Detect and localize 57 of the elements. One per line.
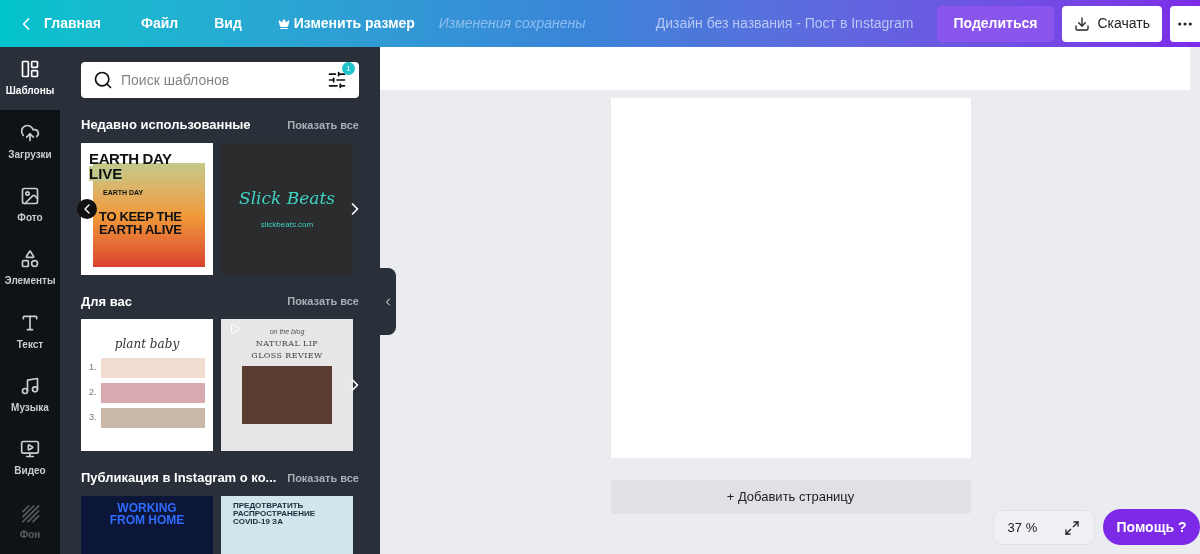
template-thumbnail[interactable]: plant baby 1. 2. 3. bbox=[81, 319, 213, 451]
filter-count-badge: 1 bbox=[342, 62, 355, 75]
layout-icon bbox=[20, 59, 40, 80]
template-text: plant baby bbox=[114, 336, 180, 353]
filter-icon[interactable] bbox=[327, 70, 347, 90]
template-text: EARTH ALIVE bbox=[99, 222, 183, 236]
template-text: 2. bbox=[89, 386, 97, 400]
template-thumbnail[interactable]: Slick Beats slickbeats.com bbox=[221, 142, 353, 275]
upload-icon bbox=[20, 122, 40, 143]
more-icon bbox=[1178, 21, 1192, 26]
template-text: TO KEEP THE bbox=[99, 209, 183, 223]
rail-tab[interactable]: Элементы bbox=[0, 237, 60, 301]
section-title: Для вас bbox=[81, 292, 132, 311]
search-field[interactable]: Поиск шаблонов bbox=[121, 69, 319, 91]
template-text: WORKING bbox=[117, 501, 177, 514]
rail-tab[interactable]: Загрузки bbox=[0, 110, 60, 174]
design-title: Дизайн без названия - Пост в Instagram bbox=[655, 14, 914, 33]
template-text: 1. bbox=[89, 361, 97, 375]
section-title: Недавно использованные bbox=[81, 116, 251, 134]
template-thumbnail[interactable]: WORKING FROM HOME bbox=[81, 495, 213, 554]
help-button[interactable]: Помощь ? bbox=[1103, 509, 1200, 545]
template-text: COVID-19 ЗА bbox=[233, 517, 284, 526]
rail-tab[interactable]: Музыка bbox=[0, 363, 60, 428]
template-text: GLOSS REVIEW bbox=[251, 349, 323, 362]
save-status: Изменения сохранены bbox=[438, 14, 586, 33]
template-text: РАСПРОСТРАНЕНИЕ bbox=[233, 509, 317, 518]
template-text: Slick Beats bbox=[239, 186, 335, 210]
music-icon bbox=[20, 376, 40, 397]
template-text: 3. bbox=[89, 411, 97, 425]
rail-tab[interactable]: Шаблоны bbox=[0, 47, 60, 111]
section-title: Публикация в Instagram о ко... bbox=[81, 469, 277, 487]
template-text: FROM HOME bbox=[109, 513, 185, 526]
download-button[interactable]: Скачать bbox=[1061, 5, 1162, 42]
shapes-icon bbox=[20, 249, 40, 270]
share-button[interactable]: Поделиться bbox=[937, 5, 1054, 42]
collapse-panel-tab[interactable] bbox=[380, 268, 396, 335]
download-icon bbox=[1073, 15, 1090, 32]
template-text: EARTH DAY bbox=[89, 150, 173, 166]
template-text: NATURAL LIP bbox=[255, 337, 319, 350]
rail-tab[interactable]: Видео bbox=[0, 427, 60, 491]
show-all-link[interactable]: Показать все bbox=[287, 293, 359, 310]
template-text: slickbeats.com bbox=[260, 219, 314, 232]
add-page-button[interactable]: + Добавить страницу bbox=[610, 480, 971, 514]
video-icon bbox=[20, 439, 40, 460]
template-thumbnail[interactable]: ПРЕДОТВРАТИТЬ РАСПРОСТРАНЕНИЕ COVID-19 ЗА bbox=[221, 495, 353, 554]
show-all-link[interactable]: Показать все bbox=[287, 469, 359, 486]
image-icon bbox=[20, 185, 40, 206]
stripes-icon bbox=[20, 502, 40, 523]
search-icon bbox=[93, 70, 113, 90]
zoom-level[interactable]: 37 % bbox=[1007, 517, 1038, 538]
template-text: ПРЕДОТВРАТИТЬ bbox=[233, 501, 304, 510]
rail-tab[interactable]: Текст bbox=[0, 300, 60, 364]
rail-tab[interactable]: Фото bbox=[0, 173, 60, 238]
crown-icon bbox=[277, 17, 290, 30]
more-button[interactable] bbox=[1170, 5, 1200, 42]
show-all-link[interactable]: Показать все bbox=[287, 116, 359, 133]
expand-icon[interactable] bbox=[1064, 519, 1081, 536]
